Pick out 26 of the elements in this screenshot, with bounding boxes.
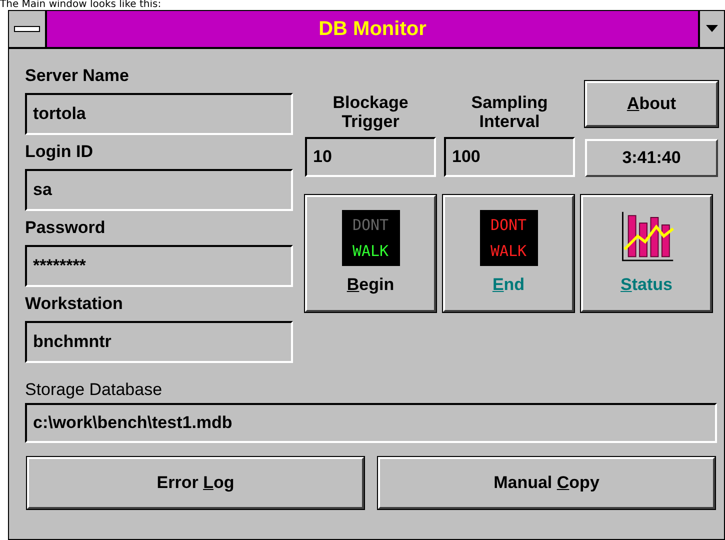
input-field[interactable]: sa — [25, 169, 293, 211]
walk-sign-icon: DONT WALK — [342, 210, 400, 266]
field-label: Login ID — [25, 141, 94, 163]
input-field[interactable]: bnchmntr — [25, 321, 293, 363]
dropdown-button[interactable] — [698, 11, 724, 47]
system-menu-button[interactable] — [9, 11, 47, 47]
field-label: Storage Database — [25, 379, 164, 401]
input-field[interactable]: c:\work\bench\test1.mdb — [25, 403, 717, 443]
field-label: Server Name — [25, 65, 130, 87]
input-field[interactable]: tortola — [25, 93, 293, 135]
input-field[interactable]: 10 — [305, 137, 436, 177]
dont-walk-sign-icon: DONT WALK — [480, 210, 538, 266]
window-title: DB Monitor — [318, 17, 428, 42]
caret-icon — [706, 25, 718, 33]
input-field[interactable]: ******** — [25, 245, 293, 287]
action-button[interactable]: Manual Copy — [378, 457, 715, 509]
input-field[interactable]: 100 — [444, 137, 575, 177]
setting-label: Sampling Interval — [471, 93, 548, 131]
field-label: Password — [25, 217, 106, 239]
action-button[interactable]: Error Log — [27, 457, 364, 509]
setting-label: Blockage Trigger — [332, 93, 408, 131]
clock-display: 3:41:40 — [585, 139, 718, 177]
about-button[interactable]: About — [585, 81, 718, 127]
action-button[interactable]: DONT WALK Begin — [305, 195, 436, 312]
field-label: Workstation — [25, 293, 124, 315]
minus-icon — [14, 26, 40, 32]
